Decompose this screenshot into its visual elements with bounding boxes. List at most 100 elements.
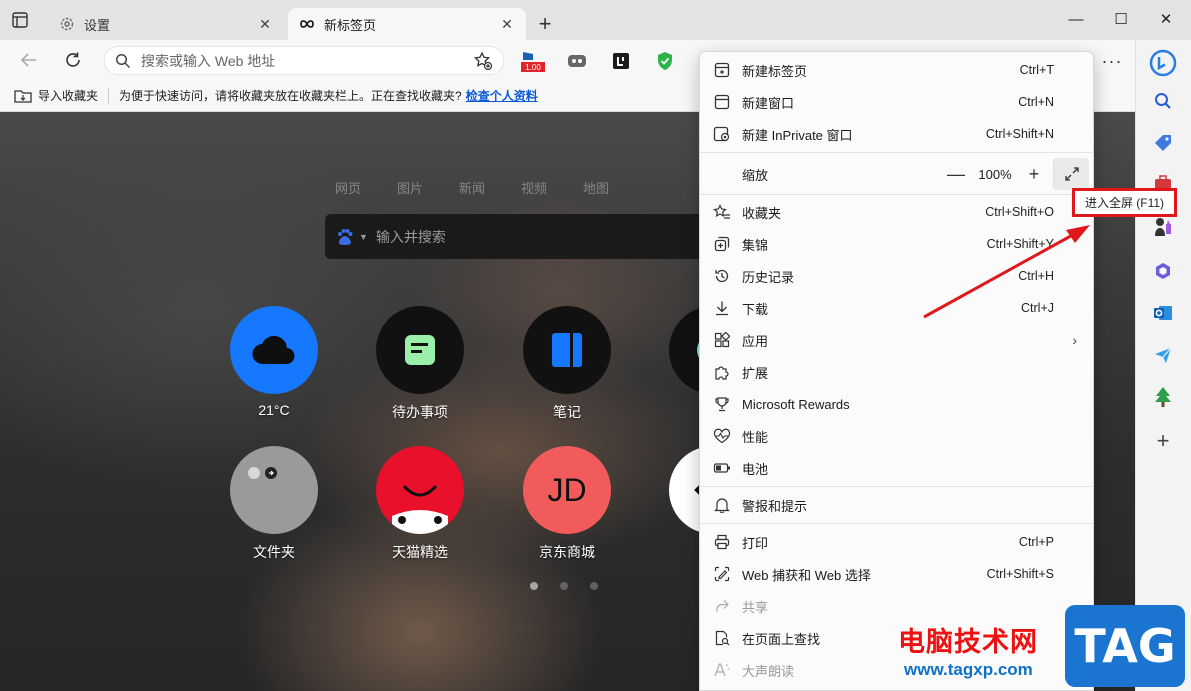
tab-actions-button[interactable] xyxy=(10,10,40,36)
chevron-down-icon[interactable]: ▼ xyxy=(359,232,368,242)
menu-downloads[interactable]: 下载 Ctrl+J xyxy=(700,292,1093,324)
tile-label: 京东商城 xyxy=(539,544,595,560)
read-aloud-icon xyxy=(712,660,732,680)
maximize-button[interactable]: ☐ xyxy=(1101,6,1141,34)
menu-apps[interactable]: 应用 › xyxy=(700,324,1093,356)
page-dot[interactable] xyxy=(590,582,598,590)
menu-favorites[interactable]: 收藏夹 Ctrl+Shift+O xyxy=(700,196,1093,228)
outlook-icon[interactable] xyxy=(1150,300,1176,326)
menu-rewards[interactable]: Microsoft Rewards xyxy=(700,388,1093,420)
search-placeholder: 输入并搜索 xyxy=(375,228,446,245)
page-dot[interactable] xyxy=(530,582,538,590)
zoom-out-button[interactable]: — xyxy=(943,164,969,185)
menu-extensions[interactable]: 扩展 xyxy=(700,356,1093,388)
extension-icon xyxy=(568,55,586,67)
collections-icon xyxy=(712,234,732,254)
tile-todo[interactable]: 待办事项 xyxy=(372,306,468,422)
back-button[interactable] xyxy=(14,46,44,74)
menu-web-capture[interactable]: Web 捕获和 Web 选择 Ctrl+Shift+S xyxy=(700,558,1093,590)
add-sidebar-item-button[interactable]: + xyxy=(1150,428,1176,454)
address-input[interactable] xyxy=(141,52,473,69)
history-icon xyxy=(712,266,732,286)
new-window-icon xyxy=(712,92,732,112)
tile-tmall[interactable]: 天猫精选 xyxy=(372,446,468,562)
menu-share[interactable]: 共享 xyxy=(700,590,1093,622)
menu-item-label: 应用 xyxy=(742,333,769,349)
find-page-icon xyxy=(712,628,732,648)
close-tab-icon[interactable]: ✕ xyxy=(498,15,516,33)
notes-icon xyxy=(523,306,611,394)
check-profile-link[interactable]: 检查个人资料 xyxy=(466,87,538,104)
todo-icon xyxy=(376,306,464,394)
extension-button[interactable] xyxy=(610,50,632,72)
tab-settings[interactable]: 设置 ✕ xyxy=(48,8,284,40)
tab-new-tab[interactable]: 新标签页 ✕ xyxy=(288,8,526,40)
tile-label: 21°C xyxy=(258,402,290,418)
new-tab-button[interactable]: + xyxy=(532,12,558,38)
menu-new-tab[interactable]: 新建标签页 Ctrl+T xyxy=(700,54,1093,86)
extension-button[interactable] xyxy=(566,50,588,72)
shopping-tag-icon[interactable] xyxy=(1150,130,1176,156)
tab-title: 设置 xyxy=(84,17,111,33)
close-window-button[interactable]: ✕ xyxy=(1146,6,1186,34)
page-dot[interactable] xyxy=(560,582,568,590)
send-icon[interactable] xyxy=(1150,342,1176,368)
games-chess-icon[interactable] xyxy=(1150,214,1176,240)
edge-sidebar: + xyxy=(1135,40,1191,691)
bing-chat-icon[interactable] xyxy=(1148,48,1178,78)
heartbeat-icon xyxy=(712,426,732,446)
divider xyxy=(700,523,1093,524)
import-favorites-button[interactable]: 导入收藏夹 xyxy=(14,87,98,104)
microsoft365-icon[interactable] xyxy=(1150,258,1176,284)
shield-extension-button[interactable] xyxy=(654,50,676,72)
menu-new-inprivate[interactable]: 新建 InPrivate 窗口 Ctrl+Shift+N xyxy=(700,118,1093,150)
watermark-text: 电脑技术网 xyxy=(898,627,1038,657)
settings-more-button[interactable]: ··· xyxy=(1096,47,1128,75)
tile-weather[interactable]: 21°C xyxy=(226,306,322,418)
menu-item-shortcut: Ctrl+H xyxy=(1018,269,1054,283)
divider xyxy=(700,152,1093,153)
tmall-icon xyxy=(376,446,464,534)
minimize-button[interactable]: — xyxy=(1056,6,1096,34)
search-tab-news[interactable]: 新闻 xyxy=(459,178,485,197)
refresh-button[interactable] xyxy=(58,46,88,74)
divider xyxy=(700,194,1093,195)
tile-notes[interactable]: 笔记 xyxy=(519,306,615,422)
menu-item-label: 共享 xyxy=(742,599,769,615)
tab-actions-icon xyxy=(12,12,28,28)
menu-item-label: 收藏夹 xyxy=(742,205,782,221)
menu-item-label: 历史记录 xyxy=(742,269,795,285)
menu-item-shortcut: Ctrl+P xyxy=(1018,535,1054,549)
menu-item-shortcut: Ctrl+Shift+Y xyxy=(986,237,1054,251)
add-favorite-icon xyxy=(473,50,493,70)
search-icon[interactable] xyxy=(1150,88,1176,114)
tile-jd[interactable]: JD 京东商城 xyxy=(519,446,615,562)
tile-label: 天猫精选 xyxy=(392,544,448,560)
fullscreen-button[interactable] xyxy=(1053,158,1089,190)
menu-print[interactable]: 打印 Ctrl+P xyxy=(700,526,1093,558)
menu-collections[interactable]: 集锦 Ctrl+Shift+Y xyxy=(700,228,1093,260)
web-search-box[interactable]: ▼ 输入并搜索 xyxy=(325,214,705,259)
search-tab-images[interactable]: 图片 xyxy=(397,178,423,197)
search-tab-video[interactable]: 视频 xyxy=(521,178,547,197)
menu-item-shortcut: Ctrl+Shift+S xyxy=(986,567,1054,581)
address-bar[interactable] xyxy=(104,46,504,75)
tile-folder[interactable]: 文件夹 xyxy=(226,446,322,562)
battery-icon xyxy=(712,458,732,478)
menu-battery[interactable]: 电池 xyxy=(700,452,1093,484)
jd-logo: JD xyxy=(523,446,611,534)
apps-icon xyxy=(712,330,732,350)
close-tab-icon[interactable]: ✕ xyxy=(256,15,274,33)
bell-icon xyxy=(712,495,732,515)
tree-icon[interactable] xyxy=(1150,384,1176,410)
menu-new-window[interactable]: 新建窗口 Ctrl+N xyxy=(700,86,1093,118)
menu-performance[interactable]: 性能 xyxy=(700,420,1093,452)
menu-history[interactable]: 历史记录 Ctrl+H xyxy=(700,260,1093,292)
extension-badge-button[interactable]: 1.00 xyxy=(520,50,546,72)
expand-icon xyxy=(1064,167,1079,181)
search-tab-maps[interactable]: 地图 xyxy=(583,178,609,197)
search-tab-web[interactable]: 网页 xyxy=(335,178,361,197)
baidu-paw-icon[interactable] xyxy=(335,227,355,247)
zoom-in-button[interactable]: + xyxy=(1021,164,1047,185)
menu-alerts[interactable]: 警报和提示 xyxy=(700,489,1093,521)
